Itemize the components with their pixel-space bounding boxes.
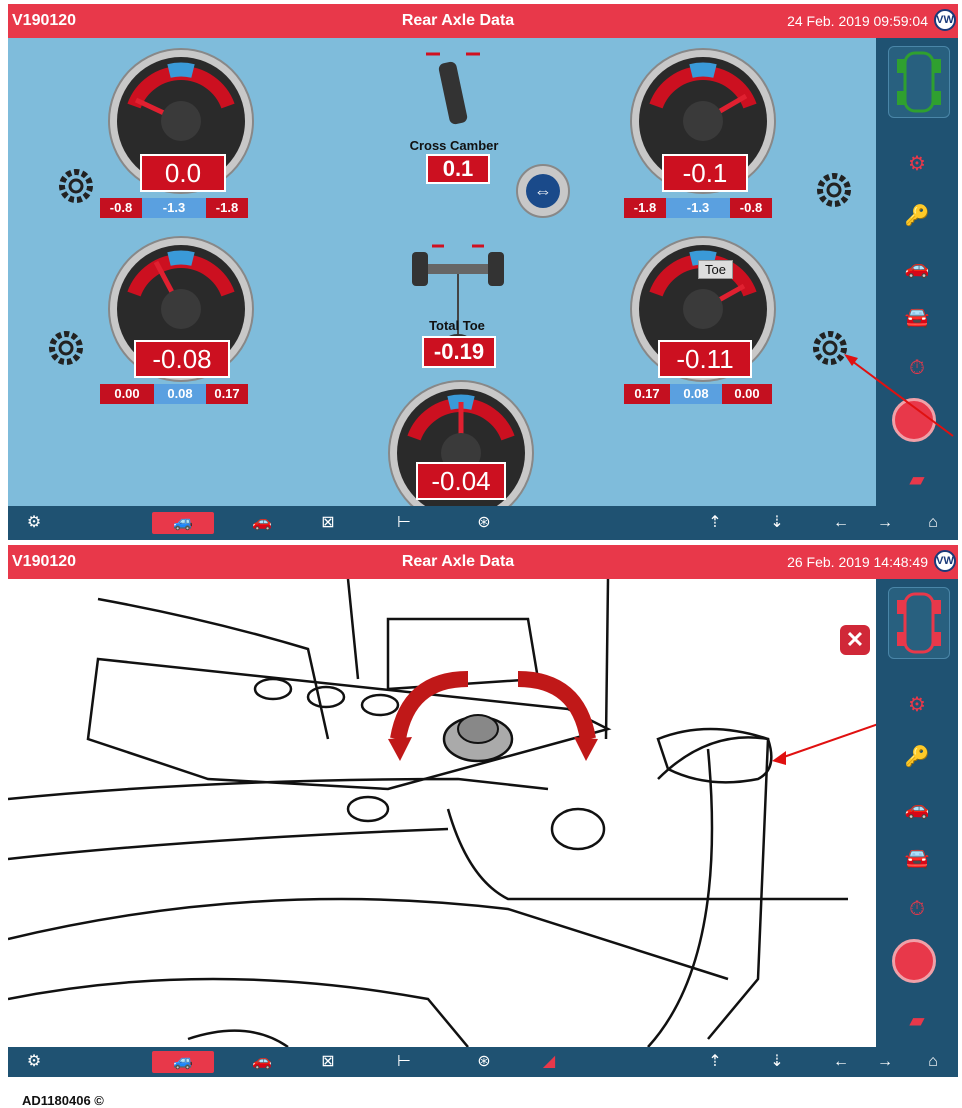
arrow-left-icon[interactable]: ← [830, 512, 852, 534]
car-top-view-icon[interactable] [888, 587, 950, 659]
key-car-icon[interactable]: 🔑 [896, 743, 938, 771]
axle-lift-button-icon[interactable] [892, 939, 936, 983]
range-nominal: -1.3 [142, 198, 206, 218]
rear-left-toe-value: -0.08 [134, 340, 230, 378]
range-max: 0.17 [206, 384, 248, 404]
title-bar: V190120 Rear Axle Data 24 Feb. 2019 09:5… [8, 4, 958, 38]
cross-camber-label: Cross Camber [409, 138, 499, 153]
vw-logo-icon: VW [934, 9, 956, 31]
steering-wheel-icon[interactable]: ⊛ [470, 512, 498, 534]
arrow-right-icon[interactable]: → [874, 512, 896, 534]
gear-icon[interactable] [54, 164, 98, 208]
adjustment-illustration [7, 578, 957, 1049]
page-title: Rear Axle Data [401, 12, 515, 29]
figure-caption: AD1180406 © [22, 1093, 104, 1108]
settings-icon[interactable]: ⚙ [22, 1051, 46, 1073]
car-front-icon[interactable]: 🚘 [896, 845, 938, 873]
timestamp: 24 Feb. 2019 09:59:04 [787, 13, 928, 29]
adjustment-illustration-panel: ✕ AD1180406 © [7, 578, 957, 1108]
total-toe-value: -0.19 [422, 336, 496, 368]
car-lift-icon[interactable]: 🚗 [896, 254, 938, 282]
gear-icon[interactable] [44, 326, 88, 370]
vw-logo-icon: VW [934, 550, 956, 572]
thrust-angle-value: -0.04 [416, 462, 506, 500]
gear-icon[interactable] [812, 168, 856, 212]
range-max: -0.8 [730, 198, 772, 218]
range-min: 0.00 [100, 384, 154, 404]
settings-icon[interactable]: ⚙ [22, 512, 46, 534]
axle-swap-button[interactable]: ⇔ [516, 164, 570, 218]
key-car-icon[interactable]: 🔑 [896, 202, 938, 230]
measurement-panel: 0.0 -0.8 -1.3 -1.8 -0.1 -1.8 -1.3 -0.8 -… [8, 38, 876, 506]
range-min: 0.17 [624, 384, 670, 404]
lift-icon[interactable]: ⇣ [764, 1051, 790, 1073]
alignment-icon[interactable]: ⊠ [312, 512, 344, 534]
range-min: -1.8 [624, 198, 666, 218]
toe-tag: Toe [698, 260, 733, 279]
camber-wheel-icon [426, 52, 480, 125]
total-toe-label: Total Toe [429, 318, 485, 333]
car-outline-icon[interactable]: 🚗 [240, 1051, 284, 1073]
axle-icon[interactable]: ⊢ [388, 512, 420, 534]
title-bar: V190120 Rear Axle Data 26 Feb. 2019 14:4… [8, 545, 958, 579]
page-title: Rear Axle Data [401, 553, 515, 570]
bottom-toolbar: ⚙ 🚙 🚗 ⊠ ⊢ ⊛ ⇡ ⇣ ← → ⌂ [8, 506, 958, 540]
lift-icon[interactable]: ⇣ [764, 512, 790, 534]
annotation-arrow [844, 354, 954, 437]
car-front-icon[interactable]: 🚘 [896, 304, 938, 332]
home-icon[interactable]: ⌂ [922, 512, 944, 534]
bottom-toolbar: ⚙ 🚙 🚗 ⊠ ⊢ ⊛ ◢ ⇡ ⇣ ← → ⌂ [8, 1047, 958, 1077]
arrow-right-icon[interactable]: → [874, 1051, 896, 1073]
range-min: -0.8 [100, 198, 142, 218]
lift-up-icon[interactable]: ⇡ [702, 512, 728, 534]
car-outline-icon[interactable]: 🚗 [240, 512, 284, 534]
rear-left-camber-value: 0.0 [140, 154, 226, 192]
car-top-view-icon[interactable] [888, 46, 950, 118]
car-side-icon[interactable]: 🚙 [152, 512, 214, 534]
printer-icon[interactable]: ▰ [896, 1007, 938, 1035]
range-nominal: 0.08 [154, 384, 206, 404]
car-lift-icon[interactable]: 🚗 [896, 795, 938, 823]
printer-icon[interactable]: ▰ [896, 466, 938, 494]
range-max: 0.00 [722, 384, 772, 404]
home-icon[interactable]: ⌂ [922, 1051, 944, 1073]
range-nominal: 0.08 [670, 384, 722, 404]
axle-icon[interactable]: ⊢ [388, 1051, 420, 1073]
car-side-icon[interactable]: 🚙 [152, 1051, 214, 1073]
range-max: -1.8 [206, 198, 248, 218]
arrow-left-icon[interactable]: ← [830, 1051, 852, 1073]
range-nominal: -1.3 [666, 198, 730, 218]
rear-axle-icon[interactable]: ⚙ [896, 691, 938, 719]
swap-icon: ⇔ [526, 174, 560, 208]
timestamp: 26 Feb. 2019 14:48:49 [787, 554, 928, 570]
rear-right-camber-value: -0.1 [662, 154, 748, 192]
cross-camber-value: 0.1 [426, 154, 490, 184]
rear-axle-data-screen: V190120 Rear Axle Data 24 Feb. 2019 09:5… [8, 4, 958, 540]
lift-up-icon[interactable]: ⇡ [702, 1051, 728, 1073]
rear-right-toe-value: -0.11 [658, 340, 752, 378]
alignment-icon[interactable]: ⊠ [312, 1051, 344, 1073]
wheel-clock-icon[interactable]: ⏱ [896, 895, 938, 923]
car-red-icon[interactable]: ◢ [536, 1051, 562, 1073]
close-button[interactable]: ✕ [840, 625, 870, 655]
steering-wheel-icon[interactable]: ⊛ [470, 1051, 498, 1073]
rear-axle-adjustment-screen: V190120 Rear Axle Data 26 Feb. 2019 14:4… [7, 545, 958, 1108]
right-sidebar: ⚙ 🔑 🚗 🚘 ⏱ ▰ [876, 579, 958, 1047]
rear-axle-icon[interactable]: ⚙ [896, 150, 938, 178]
